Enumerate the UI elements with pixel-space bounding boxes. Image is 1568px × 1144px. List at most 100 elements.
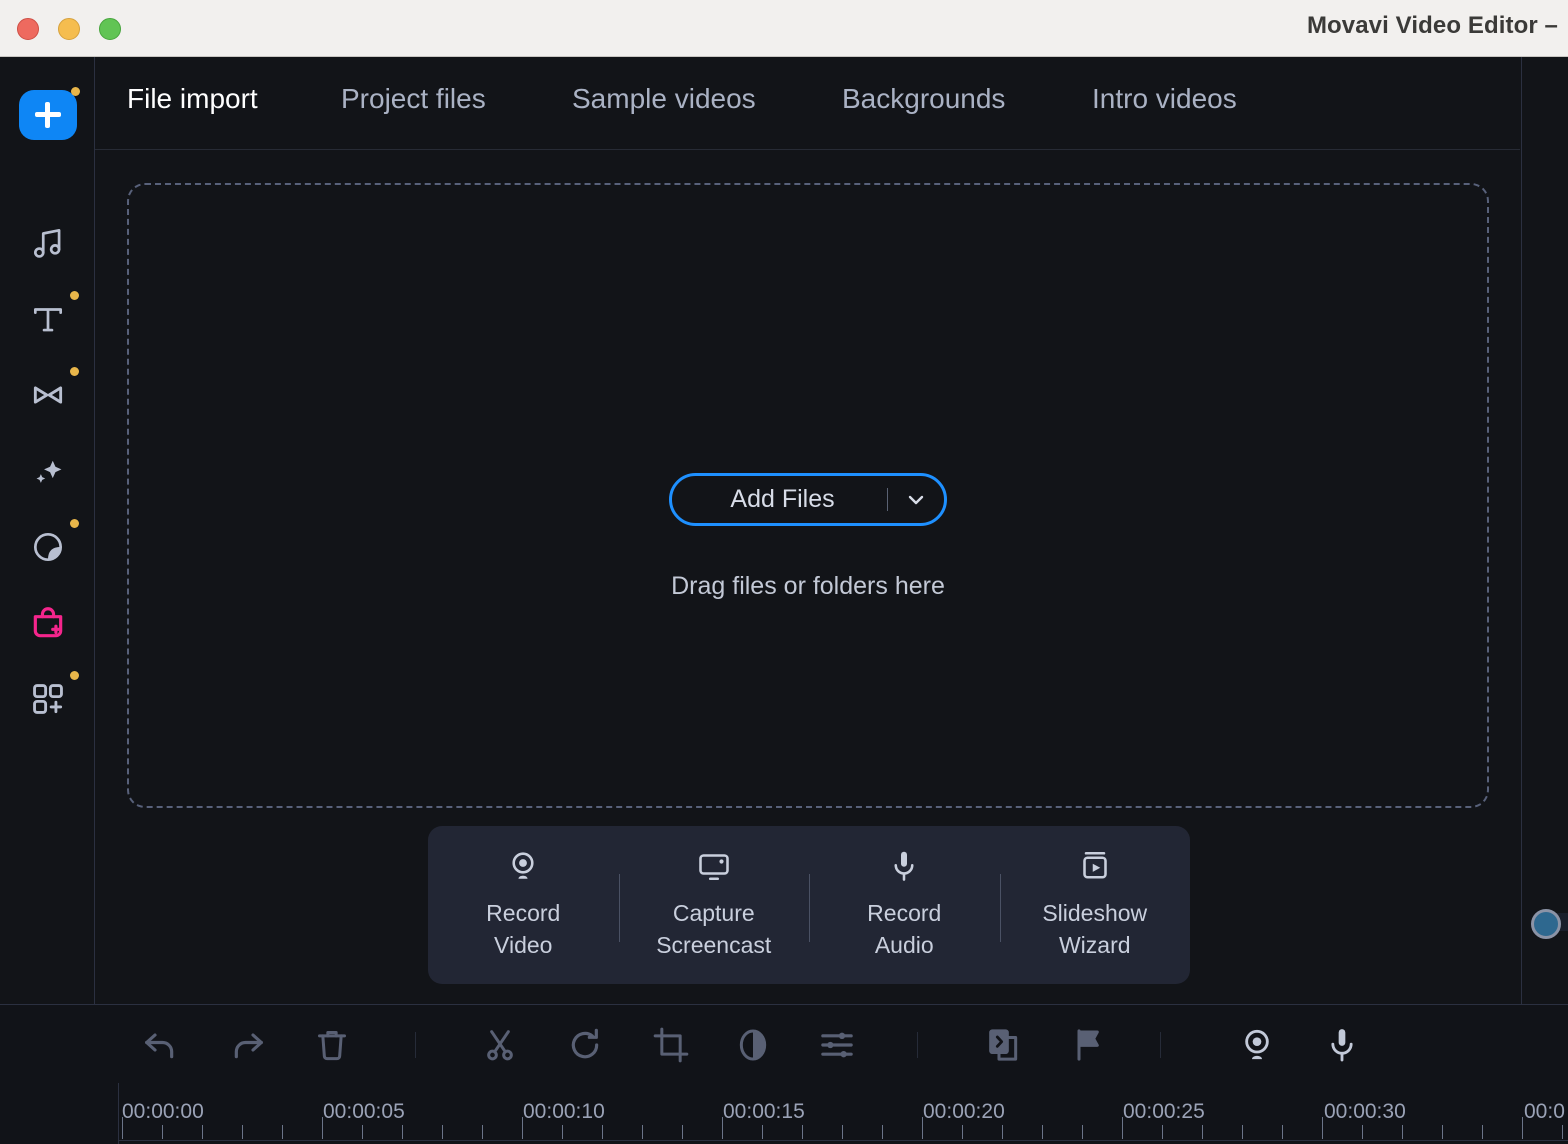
undo-arrow-icon [140, 1025, 180, 1065]
playhead-knob[interactable] [1531, 909, 1561, 939]
movavi-video-editor-window: Movavi Video Editor – [0, 0, 1568, 1144]
ruler-tick-label: 00:00:25 [1123, 1100, 1205, 1124]
window-controls [17, 18, 121, 40]
sidebar-item-effects[interactable] [0, 435, 95, 507]
ruler-minor-tick [1562, 1125, 1563, 1139]
sidebar-item-titles[interactable] [0, 283, 95, 355]
toolbar-separator [1160, 1032, 1161, 1058]
ruler-minor-tick [642, 1125, 643, 1139]
ruler-major-tick [1322, 1117, 1323, 1139]
add-files-button[interactable]: Add Files [669, 473, 947, 526]
plus-icon [35, 102, 61, 128]
capture-screencast-button[interactable]: Capture Screencast [619, 826, 810, 984]
ruler-minor-tick [762, 1125, 763, 1139]
ruler-minor-tick [882, 1125, 883, 1139]
webcam-icon [1237, 1025, 1277, 1065]
ruler-minor-tick [282, 1125, 283, 1139]
tab-file-import[interactable]: File import [127, 83, 258, 115]
capture-actions-panel: Record Video Capture Screencast [428, 826, 1190, 984]
minimize-button[interactable] [58, 18, 80, 40]
preview-panel: 00 [1521, 57, 1568, 1004]
rotate-button[interactable] [565, 1025, 605, 1065]
color-adjust-button[interactable] [733, 1025, 773, 1065]
toolbar-separator [415, 1032, 416, 1058]
sidebar-item-filters[interactable] [0, 511, 95, 583]
ruler-minor-tick [1362, 1125, 1363, 1139]
sidebar-item-music[interactable] [0, 207, 95, 279]
record-audio-button[interactable]: Record Audio [809, 826, 1000, 984]
add-files-label: Add Files [672, 476, 887, 523]
ruler-minor-tick [682, 1125, 683, 1139]
crop-button[interactable] [651, 1025, 691, 1065]
drop-zone-content: Add Files Drag files or folders here [129, 473, 1487, 601]
ruler-minor-tick [162, 1125, 163, 1139]
delete-button[interactable] [312, 1025, 352, 1065]
ruler-minor-tick [1202, 1125, 1203, 1139]
tab-bar: File import Project files Sample videos … [95, 57, 1520, 150]
undo-button[interactable] [140, 1025, 180, 1065]
ruler-tick-label: 00:00:00 [122, 1100, 204, 1124]
tab-project-files[interactable]: Project files [341, 83, 486, 115]
sidebar-item-store[interactable] [0, 587, 95, 659]
chroma-key-button[interactable] [984, 1025, 1024, 1065]
webcam-icon [505, 848, 541, 884]
trash-icon [312, 1025, 352, 1065]
sidebar-item-add-media[interactable] [0, 79, 95, 151]
color-filter-icon [29, 528, 67, 566]
microphone-icon [886, 848, 922, 884]
tab-backgrounds[interactable]: Backgrounds [842, 83, 1005, 115]
sidebar-item-more-tools[interactable] [0, 663, 95, 735]
scissors-icon [480, 1025, 520, 1065]
window-title: Movavi Video Editor – [1307, 12, 1558, 40]
ruler-minor-tick [362, 1125, 363, 1139]
ruler-minor-tick [842, 1125, 843, 1139]
ruler-tick-label: 00:00:30 [1324, 1100, 1406, 1124]
close-button[interactable] [17, 18, 39, 40]
chevron-down-icon[interactable] [888, 476, 944, 523]
timeline-ruler: 00:00:0000:00:0500:00:1000:00:1500:00:20… [0, 1083, 1568, 1144]
record-voice-button[interactable] [1322, 1025, 1362, 1065]
ruler-tick-label: 00:00:20 [923, 1100, 1005, 1124]
marker-button[interactable] [1069, 1025, 1109, 1065]
add-media-button[interactable] [19, 90, 77, 140]
ruler-minor-tick [482, 1125, 483, 1139]
crop-icon [651, 1025, 691, 1065]
record-video-label: Record Video [486, 898, 560, 961]
record-webcam-button[interactable] [1237, 1025, 1277, 1065]
ruler-tick-label: 00:00:05 [323, 1100, 405, 1124]
record-video-button[interactable]: Record Video [428, 826, 619, 984]
overlay-pages-icon [984, 1025, 1024, 1065]
monitor-icon [696, 848, 732, 884]
tab-sample-videos[interactable]: Sample videos [572, 83, 756, 115]
ruler-minor-tick [402, 1125, 403, 1139]
sliders-icon [817, 1025, 857, 1065]
ruler-tick-label: 00:0 [1524, 1100, 1565, 1124]
left-sidebar [0, 57, 95, 1004]
capture-screencast-label: Capture Screencast [656, 898, 771, 961]
properties-button[interactable] [817, 1025, 857, 1065]
toolbar-separator [917, 1032, 918, 1058]
ruler-minor-tick [1482, 1125, 1483, 1139]
ruler-minor-tick [242, 1125, 243, 1139]
ruler-minor-tick [442, 1125, 443, 1139]
flag-icon [1069, 1025, 1109, 1065]
redo-button[interactable] [228, 1025, 268, 1065]
ruler-minor-tick [202, 1125, 203, 1139]
zoom-button[interactable] [99, 18, 121, 40]
slideshow-wizard-button[interactable]: Slideshow Wizard [1000, 826, 1191, 984]
sidebar-item-transitions[interactable] [0, 359, 95, 431]
redo-arrow-icon [228, 1025, 268, 1065]
ruler-minor-tick [1162, 1125, 1163, 1139]
ruler-baseline [118, 1140, 1568, 1141]
grid-plus-icon [29, 680, 67, 718]
ruler-minor-tick [1042, 1125, 1043, 1139]
edit-toolbar [0, 1005, 1568, 1083]
split-button[interactable] [480, 1025, 520, 1065]
contrast-circle-icon [733, 1025, 773, 1065]
file-drop-zone[interactable]: Add Files Drag files or folders here [127, 183, 1489, 808]
ruler-minor-tick [1242, 1125, 1243, 1139]
new-badge-dot [70, 367, 79, 376]
shopping-bag-plus-icon [29, 604, 67, 642]
tab-intro-videos[interactable]: Intro videos [1092, 83, 1237, 115]
ruler-minor-tick [802, 1125, 803, 1139]
